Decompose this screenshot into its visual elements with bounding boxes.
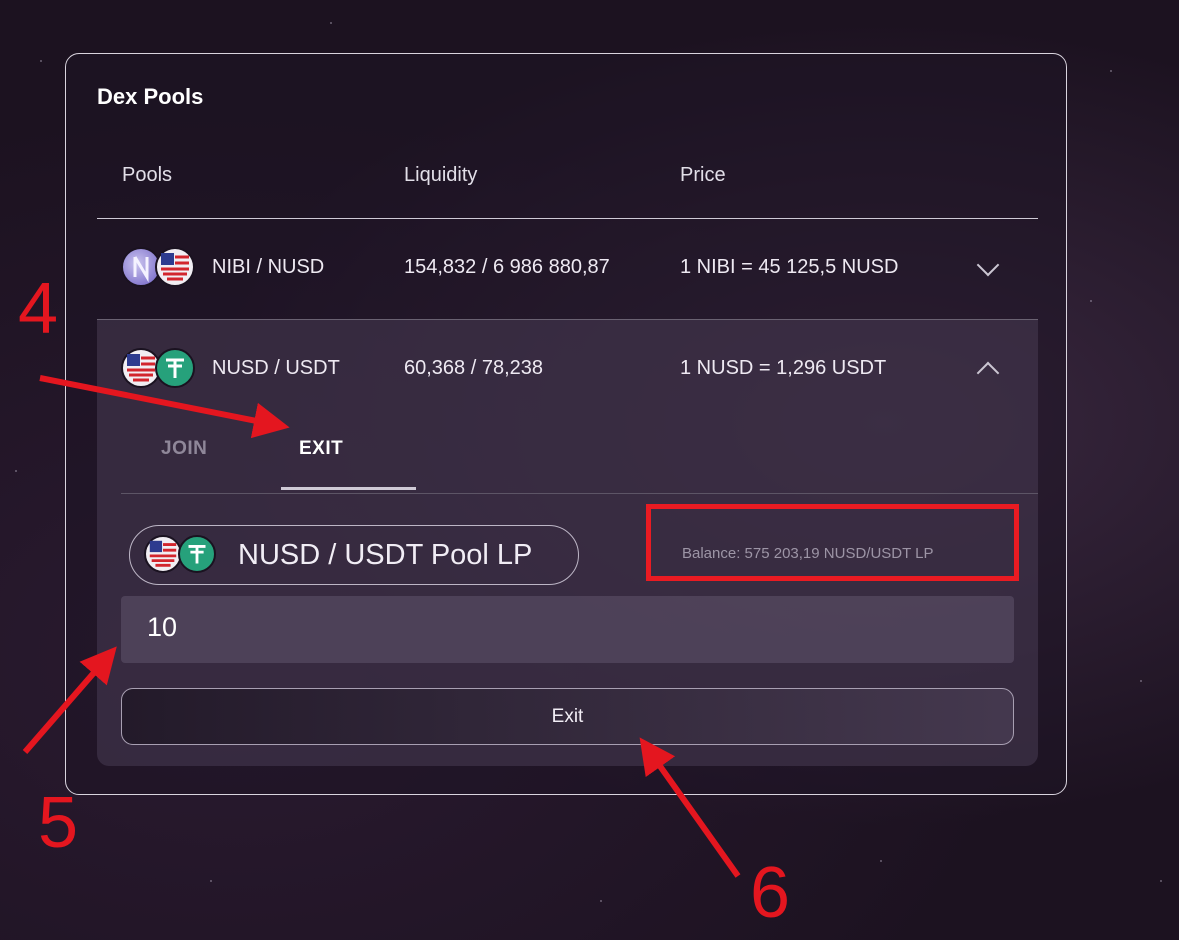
arrow-to-exit-tab <box>39 375 290 439</box>
arrow-to-exit-button <box>639 737 741 878</box>
annotation-arrows <box>22 375 741 878</box>
arrow-to-amount-input <box>22 646 117 754</box>
